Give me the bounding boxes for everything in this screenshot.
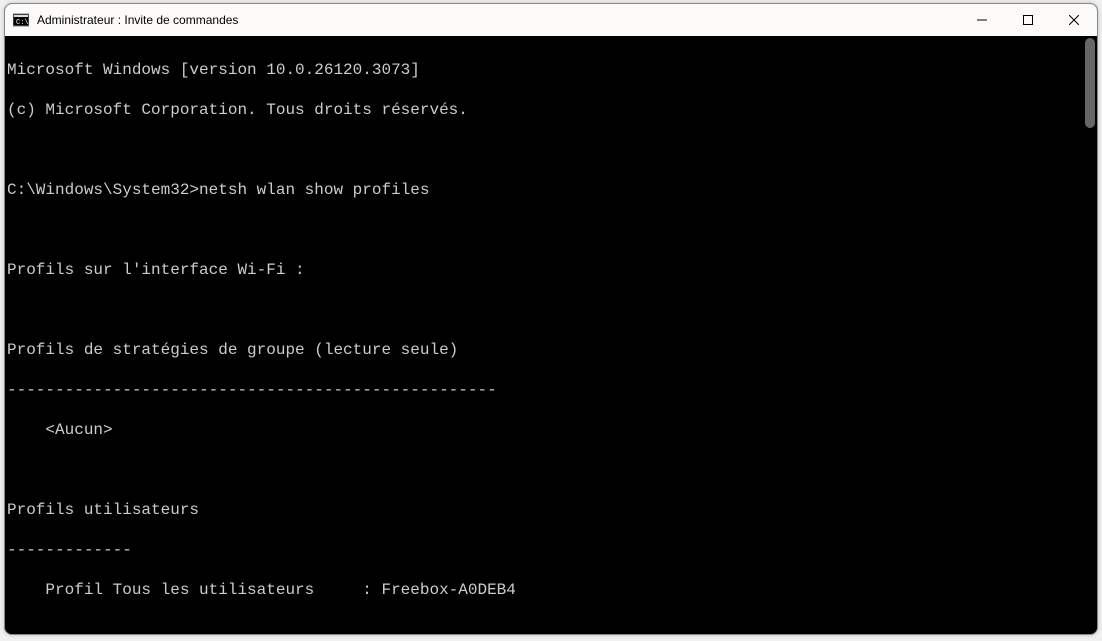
output-line (7, 620, 1083, 635)
maximize-button[interactable] (1005, 4, 1051, 36)
scrollbar-thumb[interactable] (1085, 38, 1095, 128)
output-line (7, 300, 1083, 320)
close-button[interactable] (1051, 4, 1097, 36)
terminal-body: Microsoft Windows [version 10.0.26120.30… (5, 36, 1097, 635)
output-line (7, 140, 1083, 160)
vertical-scrollbar[interactable] (1083, 36, 1097, 635)
output-line: Microsoft Windows [version 10.0.26120.30… (7, 60, 1083, 80)
output-line: Profils utilisateurs (7, 500, 1083, 520)
output-line: ------------- (7, 540, 1083, 560)
svg-text:C:\: C:\ (16, 19, 29, 27)
output-line: Profils sur l'interface Wi-Fi : (7, 260, 1083, 280)
window-title: Administrateur : Invite de commandes (37, 13, 238, 27)
minimize-button[interactable] (959, 4, 1005, 36)
prompt-line: C:\Windows\System32>netsh wlan show prof… (7, 180, 1083, 200)
output-line: Profils de stratégies de groupe (lecture… (7, 340, 1083, 360)
window-controls (959, 4, 1097, 36)
output-line: ----------------------------------------… (7, 380, 1083, 400)
entered-command: netsh wlan show profiles (199, 181, 429, 199)
titlebar[interactable]: C:\ Administrateur : Invite de commandes (5, 4, 1097, 36)
terminal-output[interactable]: Microsoft Windows [version 10.0.26120.30… (5, 36, 1083, 635)
output-line (7, 460, 1083, 480)
output-line: <Aucun> (7, 420, 1083, 440)
command-prompt-window: C:\ Administrateur : Invite de commandes… (4, 3, 1098, 635)
prompt-path: C:\Windows\System32> (7, 181, 199, 199)
output-line (7, 220, 1083, 240)
cmd-icon: C:\ (13, 12, 29, 28)
output-line: Profil Tous les utilisateurs : Freebox-A… (7, 580, 1083, 600)
output-line: (c) Microsoft Corporation. Tous droits r… (7, 100, 1083, 120)
